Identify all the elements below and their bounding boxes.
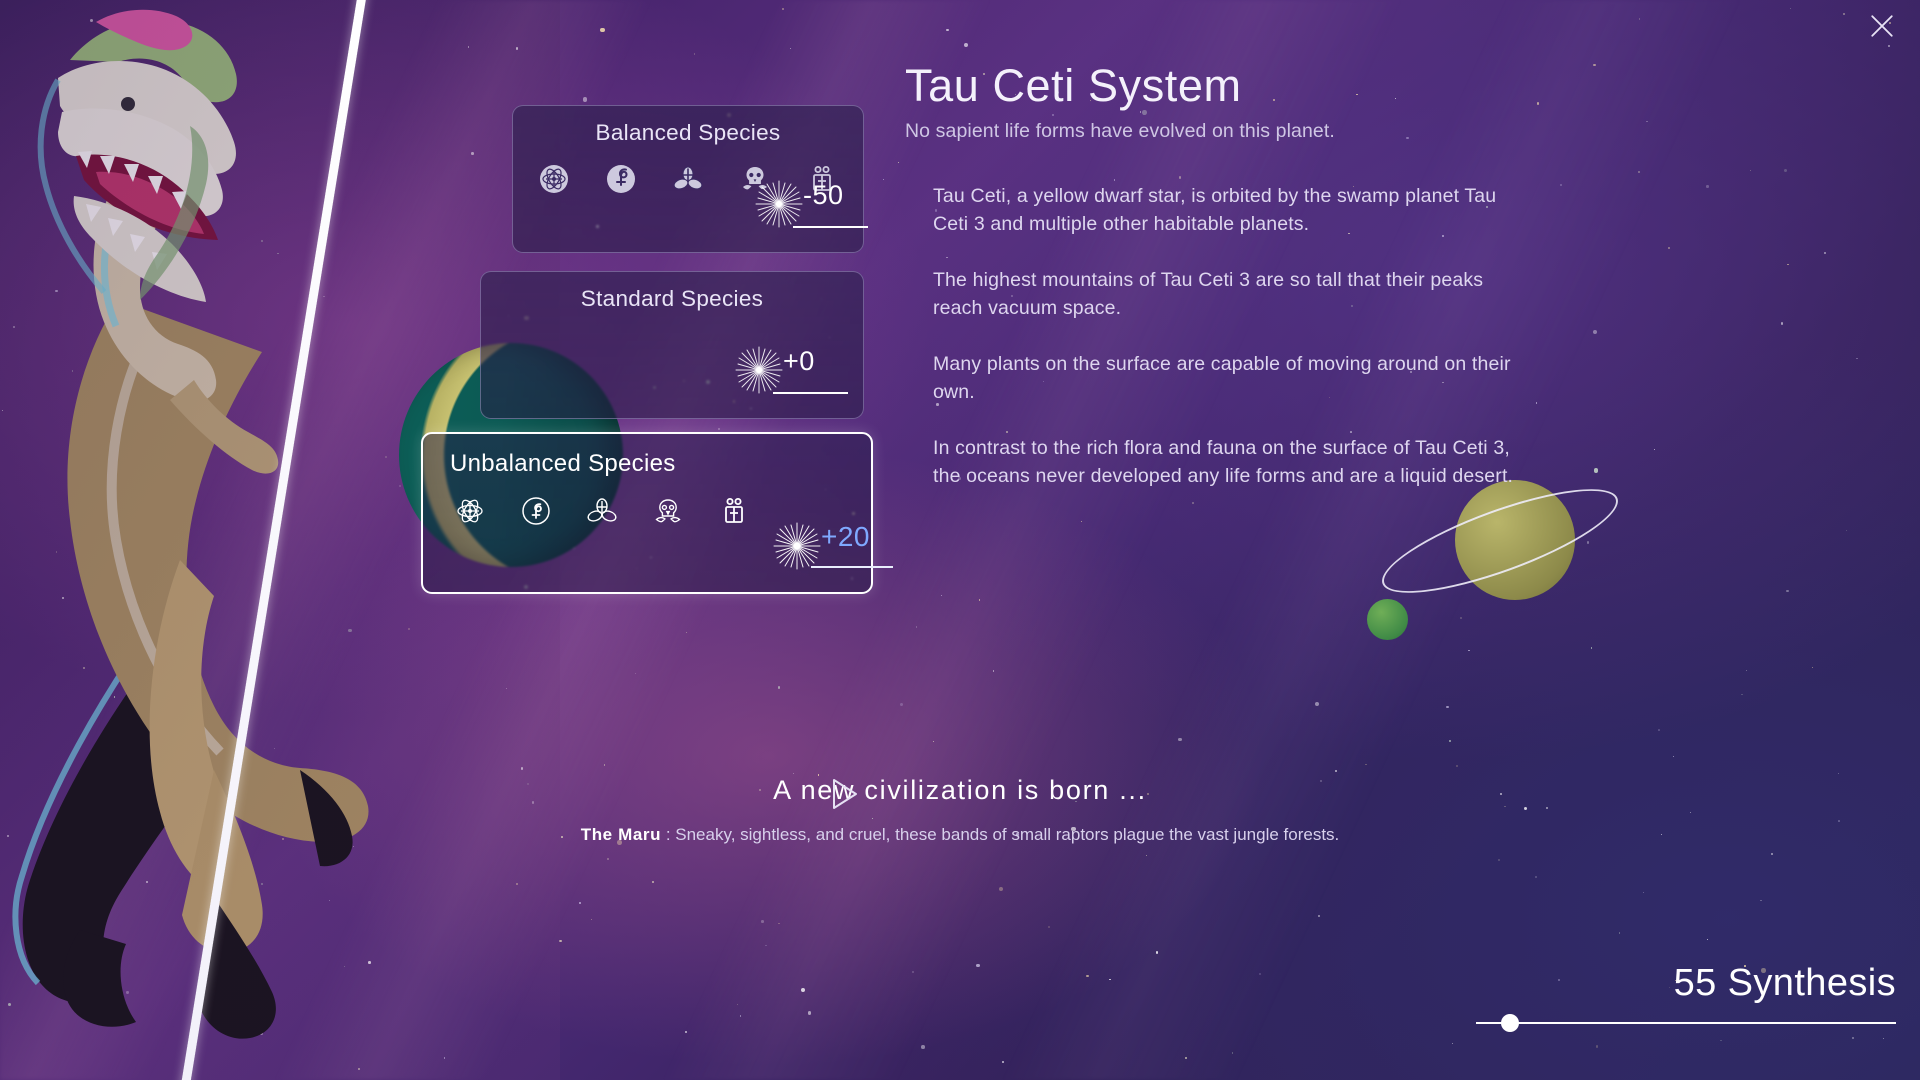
score-underline <box>773 392 848 394</box>
synthesis-slider-track[interactable] <box>1476 1014 1896 1032</box>
synthesis-slider-line <box>1476 1022 1896 1024</box>
species-score-value: +20 <box>821 521 870 552</box>
civilization-announcement: A new civilization is born ... The Maru … <box>0 775 1920 845</box>
synthesis-meter: 55 Synthesis <box>1476 962 1896 1032</box>
species-card-title: Balanced Species <box>595 120 781 145</box>
species-card-balanced[interactable]: Balanced Species -50 <box>512 105 868 253</box>
atom-icon[interactable] <box>537 162 571 196</box>
close-icon <box>1871 15 1893 37</box>
species-card-title: Standard Species <box>580 286 764 311</box>
starburst-icon <box>771 520 823 572</box>
spiral-plant-icon[interactable] <box>519 494 553 528</box>
civilization-headline: A new civilization is born ... <box>773 775 1147 805</box>
page-title: Tau Ceti System <box>905 60 1242 111</box>
trefoil-bug-icon[interactable] <box>585 494 619 528</box>
system-paragraph: Tau Ceti, a yellow dwarf star, is orbite… <box>933 185 1497 235</box>
score-underline <box>811 566 893 568</box>
trefoil-bug-icon[interactable] <box>671 162 705 196</box>
planet-green-small <box>1367 599 1408 640</box>
system-description: Tau Ceti, a yellow dwarf star, is orbite… <box>933 182 1533 518</box>
synthesis-slider-knob[interactable] <box>1501 1014 1520 1032</box>
civilization-description-line: The Maru : Sneaky, sightless, and cruel,… <box>0 825 1920 845</box>
play-continue-button[interactable] <box>830 777 860 811</box>
score-underline <box>793 226 868 228</box>
settlement-icon[interactable] <box>717 494 751 528</box>
starburst-icon <box>753 178 805 230</box>
species-score-value: +0 <box>783 345 815 376</box>
species-trait-row <box>453 494 751 528</box>
species-score-balanced: -50 <box>753 178 844 230</box>
close-button[interactable] <box>1862 6 1902 46</box>
civilization-description: Sneaky, sightless, and cruel, these band… <box>675 825 1340 844</box>
system-paragraph: Many plants on the surface are capable o… <box>933 353 1511 403</box>
atom-icon[interactable] <box>453 494 487 528</box>
species-score-standard: +0 <box>733 344 815 396</box>
species-card-standard[interactable]: Standard Species +0 <box>480 271 864 419</box>
system-paragraph: The highest mountains of Tau Ceti 3 are … <box>933 269 1484 319</box>
synthesis-label: 55 Synthesis <box>1673 962 1896 1005</box>
species-score-unbalanced: +20 <box>771 520 870 572</box>
civilization-separator: : <box>661 825 676 844</box>
species-card-unbalanced[interactable]: Unbalanced Species +20 <box>421 432 893 594</box>
species-score-value: -50 <box>803 179 844 210</box>
system-paragraph: In contrast to the rich flora and fauna … <box>933 437 1514 487</box>
skull-crossbones-icon[interactable] <box>651 494 685 528</box>
system-subtitle: No sapient life forms have evolved on th… <box>905 120 1335 143</box>
starburst-icon <box>733 344 785 396</box>
spiral-plant-icon[interactable] <box>604 162 638 196</box>
species-card-title: Unbalanced Species <box>450 450 676 477</box>
play-triangle-icon <box>833 779 857 809</box>
system-info-header: Tau Ceti System No sapient life forms ha… <box>905 62 1545 143</box>
civilization-name: The Maru <box>580 825 662 844</box>
